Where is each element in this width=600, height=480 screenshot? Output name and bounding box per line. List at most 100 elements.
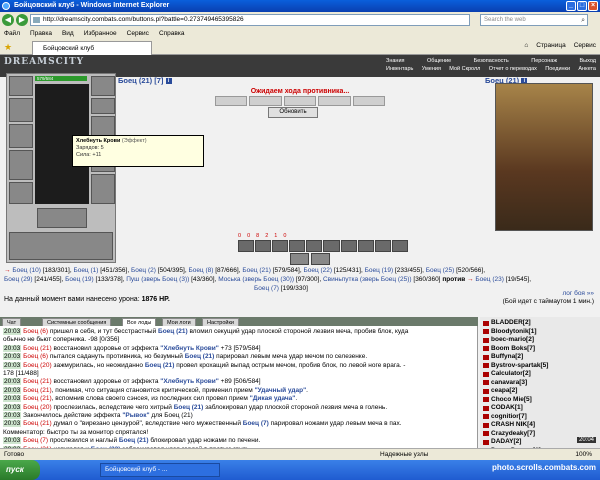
- log-name[interactable]: Боец (6): [23, 353, 48, 360]
- log-name[interactable]: Боец (21): [23, 378, 52, 385]
- tab-system[interactable]: Системные сообщения: [42, 318, 112, 326]
- minimize-button[interactable]: _: [566, 1, 576, 11]
- user-name[interactable]: CODAK[1]: [491, 404, 523, 413]
- fighter-name[interactable]: Боец (19): [65, 276, 94, 283]
- maximize-button[interactable]: □: [577, 1, 587, 11]
- nav-transfers[interactable]: Отчет о переводах: [489, 65, 537, 73]
- fighter-name[interactable]: Боец (1): [73, 267, 98, 274]
- forward-icon[interactable]: ▶: [16, 14, 28, 26]
- menu-view[interactable]: Вид: [62, 28, 74, 39]
- log-name[interactable]: Боец (21): [23, 345, 52, 352]
- info-icon[interactable]: i: [165, 78, 172, 85]
- spell-slot[interactable]: [391, 240, 408, 252]
- user-name[interactable]: ceapa[2]: [491, 387, 517, 396]
- attack-zone[interactable]: [318, 96, 351, 106]
- search-icon[interactable]: ⌕: [581, 16, 585, 26]
- battle-log[interactable]: 20:03 Боец (6) пришел в себя, и тут бесс…: [0, 326, 478, 448]
- user-list-item[interactable]: CODAK[1]: [483, 404, 597, 413]
- spell-slot[interactable]: [357, 240, 374, 252]
- fighter-name[interactable]: Боец (21): [242, 267, 271, 274]
- url-field[interactable]: http://dreamscity.combats.com/buttons.pl…: [30, 14, 470, 26]
- user-name[interactable]: canavara[3]: [491, 379, 527, 388]
- weapon-slot[interactable]: [311, 253, 330, 265]
- battle-log-link[interactable]: лог боя »»: [562, 290, 594, 297]
- ring-slot[interactable]: [91, 98, 115, 114]
- user-list-item[interactable]: CRASH NIK[4]: [483, 421, 597, 430]
- user-list-item[interactable]: Bloodytonik[1]: [483, 328, 597, 337]
- necklace-slot[interactable]: [9, 98, 33, 122]
- log-name[interactable]: Боец (7): [23, 437, 48, 444]
- fighter-name[interactable]: Боец (29): [4, 276, 33, 283]
- fighter-name[interactable]: Боец (22): [303, 267, 332, 274]
- earrings-slot[interactable]: [91, 76, 115, 96]
- nav-skills[interactable]: Умения: [422, 65, 441, 73]
- player-name[interactable]: Боец (21) [7] i: [118, 76, 172, 85]
- user-name[interactable]: DADAY[2]: [491, 438, 521, 447]
- weapon-slot[interactable]: [9, 124, 33, 148]
- fighter-name[interactable]: Боец (2): [131, 267, 156, 274]
- fighter-name[interactable]: Боец (19): [365, 267, 394, 274]
- menu-tools[interactable]: Сервис: [127, 28, 149, 39]
- fighter-name[interactable]: Боец (7): [254, 285, 279, 292]
- tab-all-logs[interactable]: Все лоды: [122, 318, 157, 326]
- nav-knowledge[interactable]: Знания: [386, 57, 405, 65]
- back-icon[interactable]: ◀: [2, 14, 14, 26]
- nav-battles[interactable]: Поединки: [545, 65, 570, 73]
- search-input[interactable]: Search the web ⌕: [480, 14, 588, 26]
- user-name[interactable]: Crazydeaky[7]: [491, 430, 535, 439]
- nav-security[interactable]: Безопасность: [474, 57, 509, 65]
- user-name[interactable]: Calculator[2]: [491, 370, 531, 379]
- log-name[interactable]: Боец (20): [23, 404, 52, 411]
- user-name[interactable]: Boom Boks[7]: [491, 345, 535, 354]
- user-list-item[interactable]: ceapa[2]: [483, 387, 597, 396]
- fighter-name[interactable]: Моська (зверь Боец (30)): [218, 276, 294, 283]
- nav-exit[interactable]: Выход: [580, 57, 596, 65]
- user-name[interactable]: boec-mario[2]: [491, 336, 534, 345]
- fighter-name[interactable]: Боец (25): [426, 267, 455, 274]
- close-button[interactable]: ×: [588, 1, 598, 11]
- menu-help[interactable]: Справка: [159, 28, 185, 39]
- attack-zone[interactable]: [215, 96, 248, 106]
- user-list-item[interactable]: Choco Mie[5]: [483, 396, 597, 405]
- online-users-list[interactable]: BLADDER[2] Bloodytonik[1] boec-mario[2] Boo…: [480, 317, 600, 448]
- boots-slot[interactable]: [37, 208, 87, 228]
- spell-slot[interactable]: [340, 240, 357, 252]
- user-list-item[interactable]: Bystrov-spartak[5]: [483, 362, 597, 371]
- pants-slot[interactable]: [91, 174, 115, 204]
- user-list-item[interactable]: Boom Boks[7]: [483, 345, 597, 354]
- fighter-name[interactable]: Боец (23): [475, 276, 504, 283]
- home-icon[interactable]: ⌂: [524, 42, 528, 49]
- user-name[interactable]: Bloodytonik[1]: [491, 328, 537, 337]
- spell-slot[interactable]: [255, 240, 272, 252]
- fighter-name[interactable]: Пуш (зверь Боец (3)): [126, 276, 189, 283]
- armor-slot[interactable]: [9, 150, 33, 180]
- log-name[interactable]: Боец (21): [23, 420, 52, 427]
- user-name[interactable]: Buffyna[2]: [491, 353, 523, 362]
- menu-file[interactable]: Файл: [4, 28, 20, 39]
- log-name[interactable]: Боец (21): [23, 395, 52, 402]
- zoom-level[interactable]: 100%: [575, 449, 592, 460]
- user-name[interactable]: cognitior[7]: [491, 413, 527, 422]
- log-name[interactable]: Боец (20): [23, 362, 52, 369]
- fighter-name[interactable]: Боец (10): [12, 267, 41, 274]
- attack-zone[interactable]: [283, 96, 317, 106]
- nav-inventory[interactable]: Инвентарь: [386, 65, 413, 73]
- belt-items-slot[interactable]: [9, 232, 113, 260]
- spell-slot[interactable]: [272, 240, 289, 252]
- user-list-item[interactable]: cognitior[7]: [483, 413, 597, 422]
- attack-zone[interactable]: [249, 96, 282, 106]
- menu-favorites[interactable]: Избранное: [84, 28, 117, 39]
- page-menu[interactable]: Страница: [536, 42, 565, 49]
- spell-slot[interactable]: [323, 240, 340, 252]
- user-name[interactable]: Bystrov-spartak[5]: [491, 362, 548, 371]
- tab-settings[interactable]: Настройки: [202, 318, 239, 326]
- user-name[interactable]: Choco Mie[5]: [491, 396, 532, 405]
- spell-slot[interactable]: [306, 240, 323, 252]
- start-button[interactable]: пуск: [0, 460, 40, 480]
- spell-slot[interactable]: [374, 240, 391, 252]
- nav-profile[interactable]: Анкета: [578, 65, 596, 73]
- weapon-slot[interactable]: [290, 253, 309, 265]
- nav-character[interactable]: Персонаж: [531, 57, 557, 65]
- log-name[interactable]: Боец (6): [23, 328, 48, 335]
- belt-slot[interactable]: [9, 182, 33, 204]
